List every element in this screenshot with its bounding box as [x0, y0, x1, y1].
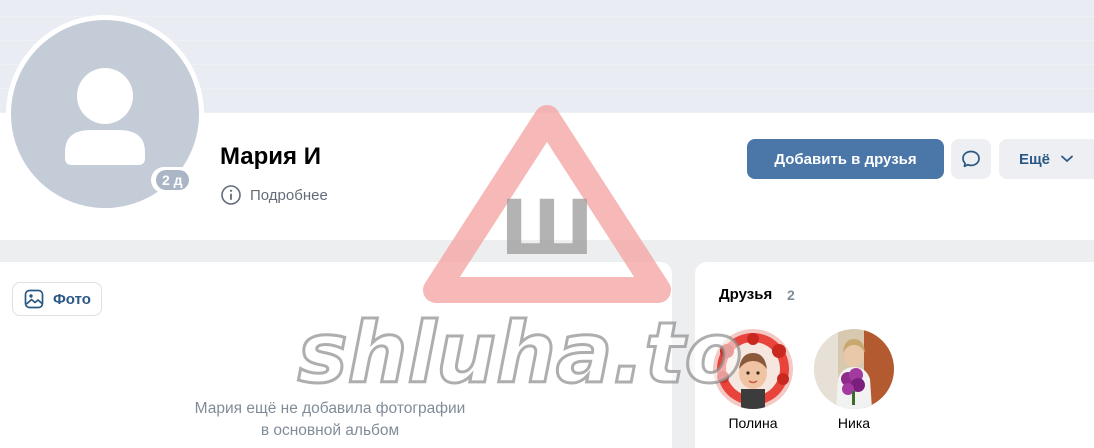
empty-photos-message: Мария ещё не добавила фотографии в основ… [140, 398, 520, 442]
empty-photos-line-2: в основной альбом [260, 422, 400, 439]
details-link[interactable]: Подробнее [220, 184, 328, 206]
message-button[interactable] [951, 139, 991, 179]
add-friend-button[interactable]: Добавить в друзья [747, 139, 944, 179]
last-seen-text: 2 д [156, 170, 189, 190]
friend-photo [814, 329, 894, 409]
photo-icon [24, 289, 44, 309]
photo-tab-label: Фото [53, 290, 91, 308]
info-icon [221, 185, 241, 205]
friends-count: 2 [787, 287, 795, 303]
friend-name[interactable]: Полина [713, 415, 793, 431]
friends-title[interactable]: Друзья [719, 286, 772, 303]
photo-tab[interactable]: Фото [12, 282, 102, 316]
chevron-down-icon [1061, 155, 1073, 162]
friend-avatar[interactable] [713, 329, 793, 409]
more-button[interactable]: Ещё [999, 139, 1094, 179]
empty-photos-line-1: Мария ещё не добавила фотографии [194, 400, 466, 417]
friend-name[interactable]: Ника [814, 415, 894, 431]
friend-item[interactable]: Ника [814, 329, 894, 431]
message-icon [962, 150, 980, 168]
more-label: Ещё [1019, 150, 1051, 168]
friend-photo [713, 329, 793, 409]
friend-avatar[interactable] [814, 329, 894, 409]
friend-item[interactable]: Полина [713, 329, 793, 431]
details-label: Подробнее [250, 186, 328, 204]
last-seen-badge: 2 д [151, 167, 194, 193]
profile-name: Мария И [220, 143, 321, 170]
